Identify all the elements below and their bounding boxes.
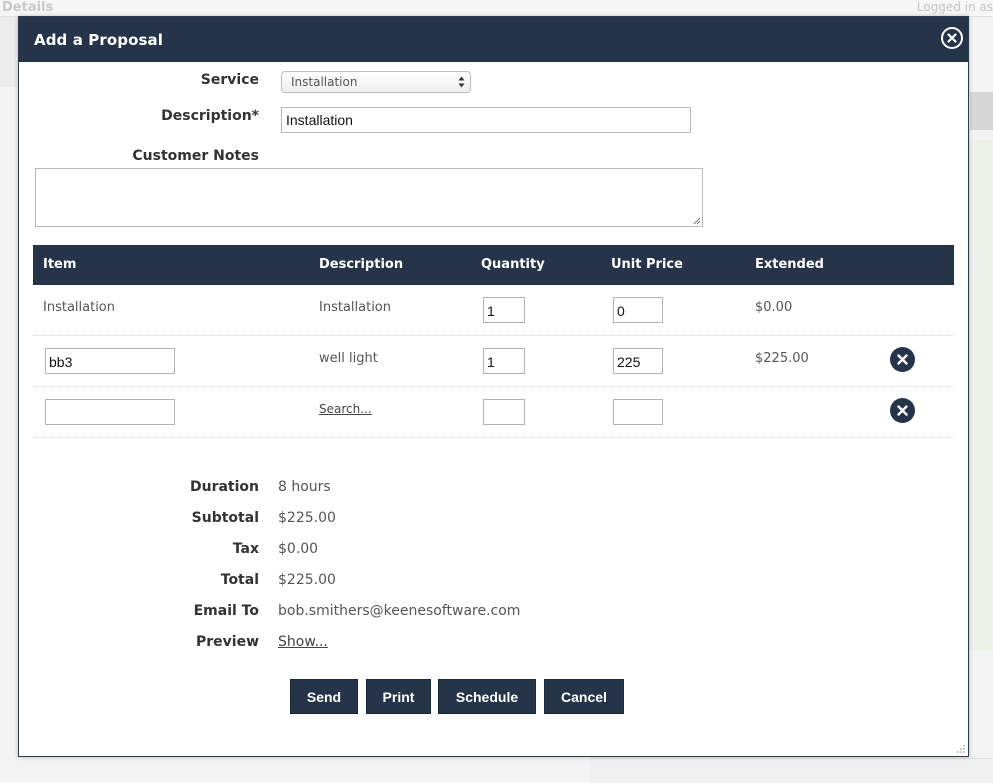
row-item-input[interactable]: bb3 bbox=[45, 348, 175, 374]
background-logged-in-text: Logged in as bbox=[916, 0, 993, 14]
row-description-text: Installation bbox=[319, 300, 392, 315]
remove-row-button[interactable] bbox=[890, 398, 915, 423]
background-header-text: Details bbox=[2, 0, 54, 15]
column-header-description: Description bbox=[319, 257, 404, 272]
preview-show-link[interactable]: Show... bbox=[278, 634, 328, 650]
row-extended-text: $0.00 bbox=[755, 300, 793, 315]
row-item-text: Installation bbox=[43, 300, 116, 315]
table-row: Search... bbox=[33, 387, 954, 438]
dialog-header: Add a Proposal bbox=[19, 17, 968, 62]
add-proposal-dialog: Add a Proposal Service Installation Desc… bbox=[18, 16, 969, 757]
row-quantity-input[interactable]: 1 bbox=[483, 348, 525, 374]
close-icon bbox=[897, 405, 908, 416]
tax-value: $0.00 bbox=[278, 541, 319, 557]
background-left-panel bbox=[0, 17, 18, 87]
row-quantity-input[interactable]: 1 bbox=[483, 297, 525, 323]
row-unit-price-input[interactable] bbox=[613, 399, 663, 425]
duration-value: 8 hours bbox=[278, 479, 331, 495]
column-header-quantity: Quantity bbox=[481, 257, 545, 272]
line-items-table-header: Item Description Quantity Unit Price Ext… bbox=[33, 245, 954, 285]
email-to-value: bob.smithers@keenesoftware.com bbox=[278, 603, 521, 619]
background-right-panel bbox=[970, 92, 993, 130]
customer-notes-textarea[interactable] bbox=[35, 168, 703, 227]
email-to-label: Email To bbox=[193, 603, 259, 619]
column-header-unit-price: Unit Price bbox=[611, 257, 683, 272]
customer-notes-label: Customer Notes bbox=[132, 148, 259, 164]
cancel-button[interactable]: Cancel bbox=[544, 679, 624, 714]
description-label: Description* bbox=[161, 108, 259, 124]
schedule-button[interactable]: Schedule bbox=[438, 679, 536, 714]
tax-label: Tax bbox=[232, 541, 259, 557]
send-button[interactable]: Send bbox=[290, 679, 358, 714]
duration-label: Duration bbox=[189, 479, 259, 495]
background-topbar: Details Logged in as bbox=[0, 0, 993, 17]
row-extended-text: $225.00 bbox=[755, 351, 809, 366]
row-item-input[interactable] bbox=[45, 399, 175, 425]
row-unit-price-input[interactable]: 0 bbox=[613, 297, 663, 323]
search-item-link[interactable]: Search... bbox=[319, 402, 372, 416]
row-quantity-input[interactable] bbox=[483, 399, 525, 425]
row-description-text: well light bbox=[319, 351, 378, 366]
print-button[interactable]: Print bbox=[366, 679, 431, 714]
table-row: Installation Installation 1 0 $0.00 bbox=[33, 285, 954, 336]
dialog-title: Add a Proposal bbox=[34, 31, 163, 49]
service-select[interactable]: Installation bbox=[281, 71, 471, 93]
column-header-item: Item bbox=[43, 257, 77, 272]
subtotal-value: $225.00 bbox=[278, 510, 336, 526]
resize-grip-icon[interactable] bbox=[692, 216, 701, 225]
close-button[interactable] bbox=[941, 27, 963, 49]
row-unit-price-input[interactable]: 225 bbox=[613, 348, 663, 374]
total-label: Total bbox=[220, 572, 259, 588]
total-value: $225.00 bbox=[278, 572, 336, 588]
remove-row-button[interactable] bbox=[890, 347, 915, 372]
subtotal-label: Subtotal bbox=[191, 510, 259, 526]
service-label: Service bbox=[200, 72, 259, 88]
description-input[interactable]: Installation bbox=[281, 107, 691, 133]
close-icon bbox=[897, 354, 908, 365]
column-header-extended: Extended bbox=[755, 257, 824, 272]
select-arrows-icon bbox=[458, 76, 465, 88]
close-icon bbox=[947, 33, 957, 43]
background-bottom-panel bbox=[590, 758, 993, 783]
dialog-resize-icon[interactable] bbox=[956, 744, 966, 754]
preview-label: Preview bbox=[195, 634, 259, 650]
background-map bbox=[970, 140, 993, 650]
service-select-value: Installation bbox=[291, 75, 358, 89]
table-row: bb3 well light 1 225 $225.00 bbox=[33, 336, 954, 387]
